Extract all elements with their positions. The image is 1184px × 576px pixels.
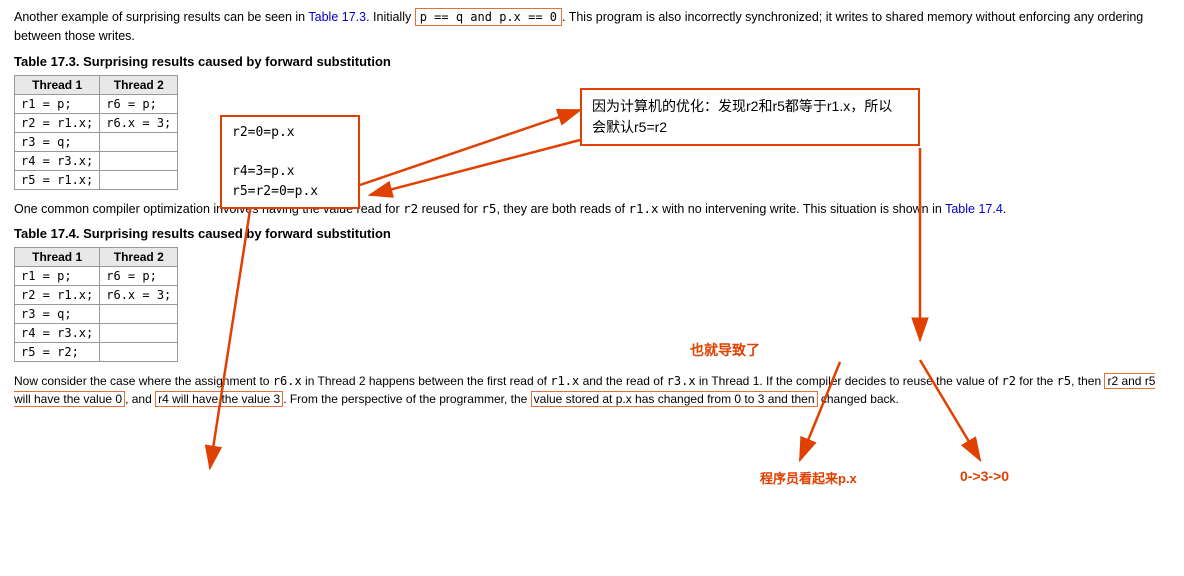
annotation-1-text: r2=0=p.xr4=3=p.xr5=r2=0=p.x — [232, 125, 318, 199]
bottom-text3: and the read of — [579, 374, 666, 388]
bottom-text8: . From the perspective of the programmer… — [283, 392, 530, 406]
bottom-code-r2: r2 — [1002, 374, 1016, 388]
bottom-text4: in Thread 1. If the compiler decides to … — [696, 374, 1002, 388]
table-17-4-title: Table 17.4. Surprising results caused by… — [14, 226, 1170, 241]
code-r2: r2 — [403, 201, 418, 216]
t2-r4-col2 — [100, 324, 178, 343]
t2-r2-col1: r2 = r1.x; — [15, 286, 100, 305]
middle-text-end: . — [1003, 202, 1006, 216]
t1-r3-col2 — [100, 132, 178, 151]
table-row: r2 = r1.x; r6.x = 3; — [15, 286, 178, 305]
t1-r4-col1: r4 = r3.x; — [15, 151, 100, 170]
t2-r5-col2 — [100, 343, 178, 362]
t2-r3-col1: r3 = q; — [15, 305, 100, 324]
intro-text-after: . Initially — [366, 10, 415, 24]
t2-r4-col1: r4 = r3.x; — [15, 324, 100, 343]
t1-r5-col2 — [100, 170, 178, 189]
annotation-4: 程序员看起来p.x — [760, 468, 857, 487]
bottom-text7: , and — [125, 392, 155, 406]
annotation-2-text: 因为计算机的优化：发现r2和r5都等于r1.x，所以会默认r5=r2 — [592, 98, 892, 135]
table-row: r5 = r1.x; — [15, 170, 178, 189]
table1-header-thread1: Thread 1 — [15, 75, 100, 94]
table-17-4-link[interactable]: Table 17.4 — [945, 202, 1003, 216]
bottom-code-r5: r5 — [1057, 374, 1071, 388]
annotation-box-2: 因为计算机的优化：发现r2和r5都等于r1.x，所以会默认r5=r2 — [580, 88, 920, 146]
intro-text-before: Another example of surprising results ca… — [14, 10, 308, 24]
table-17-3: Thread 1 Thread 2 r1 = p; r6 = p; r2 = r… — [14, 75, 178, 190]
middle-text-mid3: with no intervening write. This situatio… — [659, 202, 946, 216]
table-row: r4 = r3.x; — [15, 151, 178, 170]
annotation-3: 也就导致了 — [690, 340, 760, 360]
bottom-highlight2: r4 will have the value 3 — [155, 391, 283, 407]
table-row: r3 = q; — [15, 132, 178, 151]
t1-r2-col1: r2 = r1.x; — [15, 113, 100, 132]
t1-r3-col1: r3 = q; — [15, 132, 100, 151]
bottom-text9: changed back. — [818, 392, 899, 406]
table-17-4: Thread 1 Thread 2 r1 = p; r6 = p; r2 = r… — [14, 247, 178, 362]
bottom-text6: , then — [1071, 374, 1104, 388]
initial-condition-code: p == q and p.x == 0 — [415, 8, 562, 26]
table-row: r5 = r2; — [15, 343, 178, 362]
t2-r1-col1: r1 = p; — [15, 267, 100, 286]
code-r1x: r1.x — [628, 201, 658, 216]
table-row: r1 = p; r6 = p; — [15, 267, 178, 286]
table-17-3-link[interactable]: Table 17.3 — [308, 10, 366, 24]
code-r5: r5 — [481, 201, 496, 216]
table2-header-thread2: Thread 2 — [100, 248, 178, 267]
t2-r2-col2: r6.x = 3; — [100, 286, 178, 305]
annotation-5: 0->3->0 — [960, 468, 1009, 484]
t2-r3-col2 — [100, 305, 178, 324]
t1-r5-col1: r5 = r1.x; — [15, 170, 100, 189]
bottom-code-r1x: r1.x — [550, 374, 579, 388]
middle-text-mid1: reused for — [418, 202, 481, 216]
annotation-box-1: r2=0=p.xr4=3=p.xr5=r2=0=p.x — [220, 115, 360, 209]
table-17-3-title: Table 17.3. Surprising results caused by… — [14, 54, 1170, 69]
table1-header-thread2: Thread 2 — [100, 75, 178, 94]
bottom-paragraph: Now consider the case where the assignme… — [14, 372, 1170, 408]
table-row: r1 = p; r6 = p; — [15, 94, 178, 113]
table-row: r4 = r3.x; — [15, 324, 178, 343]
t1-r2-col2: r6.x = 3; — [100, 113, 178, 132]
t2-r5-col1: r5 = r2; — [15, 343, 100, 362]
middle-text-mid2: , they are both reads of — [496, 202, 628, 216]
t1-r1-col2: r6 = p; — [100, 94, 178, 113]
t2-r1-col2: r6 = p; — [100, 267, 178, 286]
table2-header-thread1: Thread 1 — [15, 248, 100, 267]
bottom-highlight3: value stored at p.x has changed from 0 t… — [531, 391, 818, 407]
middle-paragraph: One common compiler optimization involve… — [14, 200, 1170, 219]
table-row: r2 = r1.x; r6.x = 3; — [15, 113, 178, 132]
table-row: r3 = q; — [15, 305, 178, 324]
bottom-code-r3x: r3.x — [667, 374, 696, 388]
bottom-code-r6x: r6.x — [273, 374, 302, 388]
t1-r1-col1: r1 = p; — [15, 94, 100, 113]
intro-paragraph: Another example of surprising results ca… — [14, 8, 1170, 46]
bottom-text2: in Thread 2 happens between the first re… — [302, 374, 551, 388]
bottom-text5: for the — [1016, 374, 1057, 388]
t1-r4-col2 — [100, 151, 178, 170]
bottom-text1: Now consider the case where the assignme… — [14, 374, 273, 388]
